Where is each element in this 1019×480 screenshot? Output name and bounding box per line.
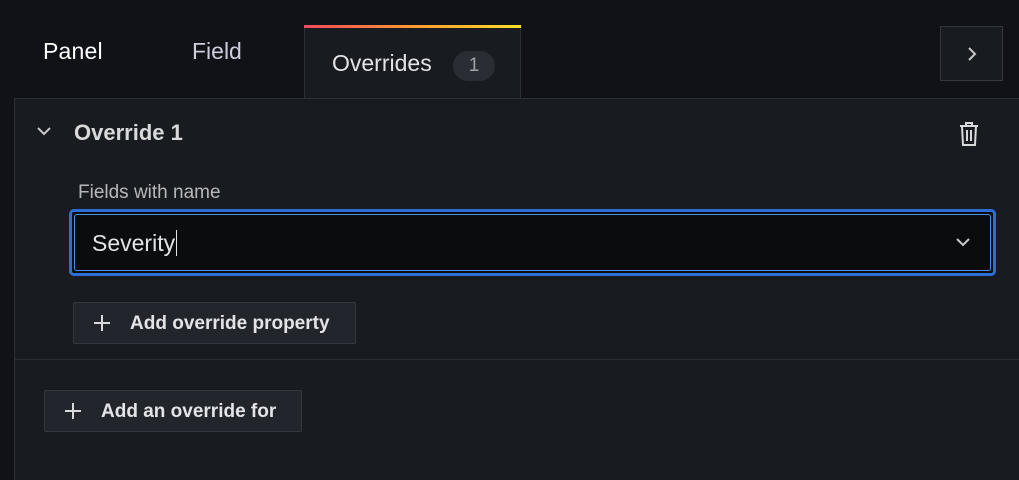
overrides-count-badge: 1	[453, 51, 495, 81]
field-name-select[interactable]: Severity	[69, 209, 996, 276]
add-override-button[interactable]: Add an override for	[44, 390, 302, 432]
text-caret	[176, 230, 178, 256]
chevron-down-icon[interactable]	[36, 125, 52, 137]
active-tab-accent	[304, 25, 521, 28]
add-override-label: Add an override for	[101, 401, 277, 422]
collapse-pane-button[interactable]	[940, 26, 1003, 81]
plus-icon	[65, 403, 81, 419]
tab-field[interactable]: Field	[192, 38, 242, 88]
section-divider	[15, 359, 1019, 360]
plus-icon	[94, 315, 110, 331]
tab-overrides[interactable]: Overrides 1	[304, 25, 521, 99]
focus-ring	[74, 214, 991, 271]
trash-icon[interactable]	[958, 121, 980, 147]
matcher-label: Fields with name	[78, 182, 221, 203]
override-title: Override 1	[74, 120, 183, 145]
tab-panel[interactable]: Panel	[43, 38, 103, 88]
options-tab-bar: Panel Field Overrides 1	[0, 0, 1019, 99]
field-name-value: Severity	[92, 230, 178, 257]
add-override-property-label: Add override property	[130, 313, 330, 334]
chevron-down-icon[interactable]	[955, 236, 971, 248]
override-header[interactable]: Override 1	[15, 99, 1019, 161]
field-name-text: Severity	[92, 230, 176, 256]
tab-overrides-label: Overrides	[332, 50, 432, 76]
chevron-right-icon	[967, 46, 976, 61]
overrides-content: Override 1 Fields with name Severity Add…	[14, 98, 1019, 480]
add-override-property-button[interactable]: Add override property	[73, 302, 356, 344]
